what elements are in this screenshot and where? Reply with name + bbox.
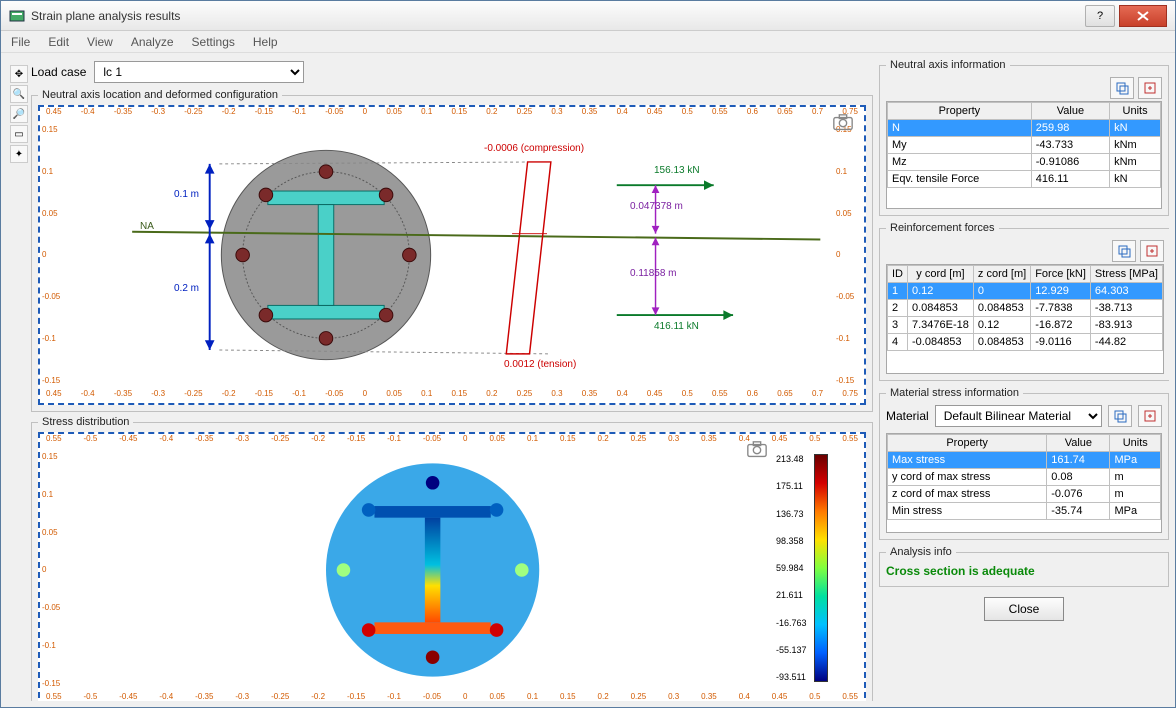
menu-help[interactable]: Help <box>253 35 278 49</box>
na-label: NA <box>140 221 154 232</box>
window-close-button[interactable] <box>1119 5 1167 27</box>
table-row: Mz-0.91086kNm <box>888 154 1161 171</box>
reinf-panel: Reinforcement forces IDy cord [m]z cord … <box>879 222 1169 381</box>
mat-title: Material stress information <box>886 387 1023 399</box>
window-buttons: ? <box>1085 5 1167 27</box>
ruler-bot: 0.45-0.4-0.35-0.3-0.25-0.2-0.15-0.1-0.05… <box>40 389 864 403</box>
table-row: Eqv. tensile Force416.11kN <box>888 171 1161 188</box>
top-chart-title: Neutral axis location and deformed confi… <box>38 89 282 101</box>
mat-table[interactable]: PropertyValueUnits Max stress161.74MPa y… <box>886 433 1162 533</box>
view-tools: ✥ 🔍 🔎 ▭ ✦ <box>10 65 30 163</box>
zoom-out-tool[interactable]: 🔎 <box>10 105 28 123</box>
ruler-right: 0.150.10.050-0.05-0.1-0.15 <box>834 121 864 389</box>
ruler-bot-2: 0.55-0.5-0.45-0.4-0.35-0.3-0.25-0.2-0.15… <box>40 692 864 701</box>
help-button[interactable]: ? <box>1085 5 1115 27</box>
top-chart[interactable]: 0.45-0.4-0.35-0.3-0.25-0.2-0.15-0.1-0.05… <box>38 105 866 405</box>
titlebar: Strain plane analysis results ? <box>1 1 1175 31</box>
zoom-in-tool[interactable]: 🔍 <box>10 85 28 103</box>
table-row: 37.3476E-180.12-16.872-83.913 <box>888 317 1163 334</box>
window-title: Strain plane analysis results <box>31 9 1085 23</box>
config-tool[interactable]: ✦ <box>10 145 28 163</box>
camera-icon-2[interactable] <box>746 440 768 458</box>
reinf-title: Reinforcement forces <box>886 222 999 234</box>
top-chart-panel: Neutral axis location and deformed confi… <box>31 89 873 412</box>
analysis-message: Cross section is adequate <box>886 562 1162 580</box>
table-row: N259.98kN <box>888 120 1161 137</box>
ruler-left: 0.150.10.050-0.05-0.1-0.15 <box>40 121 70 389</box>
camera-icon[interactable] <box>832 113 854 131</box>
ruler-left-2: 0.150.10.050-0.05-0.1-0.15 <box>40 448 70 692</box>
select-tool[interactable]: ▭ <box>10 125 28 143</box>
loadcase-label: Load case <box>31 65 86 79</box>
export-icon-2[interactable] <box>1140 240 1164 262</box>
force-top-label: 156.13 kN <box>654 165 700 176</box>
analysis-panel: Analysis info Cross section is adequate <box>879 546 1169 587</box>
bot-chart-title: Stress distribution <box>38 416 133 428</box>
table-row: Max stress161.74MPa <box>888 452 1161 469</box>
neutral-table[interactable]: PropertyValueUnits N259.98kN My-43.733kN… <box>886 101 1162 209</box>
color-legend: 213.48 175.11 136.73 98.358 59.984 21.61… <box>772 454 828 682</box>
lever1-label: 0.047378 m <box>630 201 683 212</box>
bot-chart-panel: Stress distribution 0.55-0.5-0.45-0.4-0.… <box>31 416 873 701</box>
table-row: 10.12012.92964.303 <box>888 283 1163 300</box>
loadcase-row: Load case lc 1 <box>7 59 873 85</box>
menu-view[interactable]: View <box>87 35 113 49</box>
neutral-info-panel: Neutral axis information PropertyValueUn… <box>879 59 1169 216</box>
table-row: Min stress-35.74MPa <box>888 503 1161 520</box>
plot-area-bot <box>74 450 830 690</box>
export-icon-3[interactable] <box>1138 405 1162 427</box>
close-button[interactable]: Close <box>984 597 1064 621</box>
menu-analyze[interactable]: Analyze <box>131 35 174 49</box>
material-select[interactable]: Default Bilinear Material <box>935 405 1102 427</box>
dim-bot-label: 0.2 m <box>174 283 199 294</box>
app-icon <box>9 8 25 24</box>
material-label: Material <box>886 409 929 423</box>
ruler-top: 0.45-0.4-0.35-0.3-0.25-0.2-0.15-0.1-0.05… <box>40 107 864 121</box>
right-pane: Neutral axis information PropertyValueUn… <box>879 59 1169 701</box>
plot-area-top: 0.1 m 0.2 m NA -0.0006 (compression) 0.0… <box>74 123 830 387</box>
menu-settings[interactable]: Settings <box>192 35 235 49</box>
content: ✥ 🔍 🔎 ▭ ✦ Load case lc 1 Neutral axis lo… <box>1 53 1175 707</box>
copy-icon-2[interactable] <box>1112 240 1136 262</box>
colorbar <box>814 454 828 682</box>
lever2-label: 0.11858 m <box>630 268 677 279</box>
table-row: My-43.733kNm <box>888 137 1161 154</box>
copy-icon-3[interactable] <box>1108 405 1132 427</box>
loadcase-select[interactable]: lc 1 <box>94 61 304 83</box>
reinf-table[interactable]: IDy cord [m]z cord [m]Force [kN]Stress [… <box>886 264 1164 374</box>
copy-icon[interactable] <box>1110 77 1134 99</box>
export-icon[interactable] <box>1138 77 1162 99</box>
force-bot-label: 416.11 kN <box>654 321 699 332</box>
menu-edit[interactable]: Edit <box>48 35 69 49</box>
strain-comp-label: -0.0006 (compression) <box>484 143 584 154</box>
bot-chart[interactable]: 0.55-0.5-0.45-0.4-0.35-0.3-0.25-0.2-0.15… <box>38 432 866 701</box>
mat-panel: Material stress information Material Def… <box>879 387 1169 540</box>
menubar: File Edit View Analyze Settings Help <box>1 31 1175 53</box>
ruler-top-2: 0.55-0.5-0.45-0.4-0.35-0.3-0.25-0.2-0.15… <box>40 434 864 448</box>
pan-tool[interactable]: ✥ <box>10 65 28 83</box>
dialog-window: Strain plane analysis results ? File Edi… <box>0 0 1176 708</box>
neutral-info-title: Neutral axis information <box>886 59 1010 71</box>
table-row: 20.0848530.084853-7.7838-38.713 <box>888 300 1163 317</box>
analysis-title: Analysis info <box>886 546 956 558</box>
left-pane: Load case lc 1 Neutral axis location and… <box>7 59 873 701</box>
menu-file[interactable]: File <box>11 35 30 49</box>
table-row: y cord of max stress0.08m <box>888 469 1161 486</box>
table-row: z cord of max stress-0.076m <box>888 486 1161 503</box>
strain-tens-label: 0.0012 (tension) <box>504 359 576 370</box>
dim-top-label: 0.1 m <box>174 189 199 200</box>
table-row: 4-0.0848530.084853-9.0116-44.82 <box>888 334 1163 351</box>
